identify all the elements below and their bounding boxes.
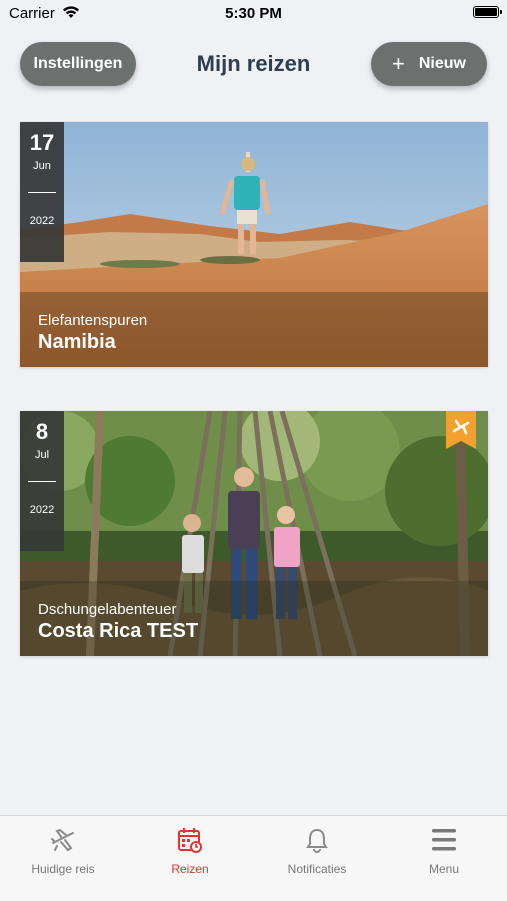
date-year: 2022 [29,215,55,227]
airplane-icon [0,826,126,854]
new-trip-button[interactable]: + Nieuw [371,42,487,86]
bell-icon [254,826,380,854]
battery-icon [473,6,502,18]
card-caption-overlay [20,292,488,367]
current-trip-flight-badge-icon [446,411,476,449]
trip-subtitle: Dschungelabenteuer [38,601,177,618]
date-year: 2022 [29,504,55,516]
trip-card-namibia[interactable]: 17 Jun 2022 Elefantenspuren Namibia [20,122,488,367]
tab-label: Notificaties [287,862,347,876]
status-time: 5:30 PM [225,5,282,22]
hamburger-icon [381,826,507,854]
date-divider [28,192,56,193]
tab-notifications[interactable]: Notificaties [254,826,380,876]
trip-title: Costa Rica TEST [38,620,199,642]
trip-title: Namibia [38,331,116,353]
header: Instellingen Mijn reizen + Nieuw [0,42,507,88]
date-divider [28,481,56,482]
calendar-icon [127,826,253,854]
tab-label: Menu [428,862,460,876]
date-day: 17 [29,130,55,155]
tab-trips[interactable]: Reizen [127,826,253,876]
date-month: Jun [33,160,51,172]
status-bar: Carrier 5:30 PM [0,0,507,28]
tab-current-trip[interactable]: Huidige reis [0,826,126,876]
trip-card-costa-rica[interactable]: 8 Jul 2022 Dschungelabenteuer Costa Rica… [20,411,488,656]
trip-subtitle: Elefantenspuren [38,312,148,329]
date-badge: 17 Jun 2022 [20,122,64,262]
date-badge: 8 Jul 2022 [20,411,64,551]
date-day: 8 [35,419,49,444]
tab-menu[interactable]: Menu [381,826,507,876]
tab-label: Reizen [171,862,209,876]
new-trip-button-label: Nieuw [418,55,466,72]
tab-label: Huidige reis [31,862,95,876]
bottom-tab-bar: Huidige reis Reizen Notificaties Menu [0,815,507,901]
card-caption-overlay [20,581,488,656]
plus-icon: + [392,51,405,76]
date-month: Jul [34,449,50,461]
